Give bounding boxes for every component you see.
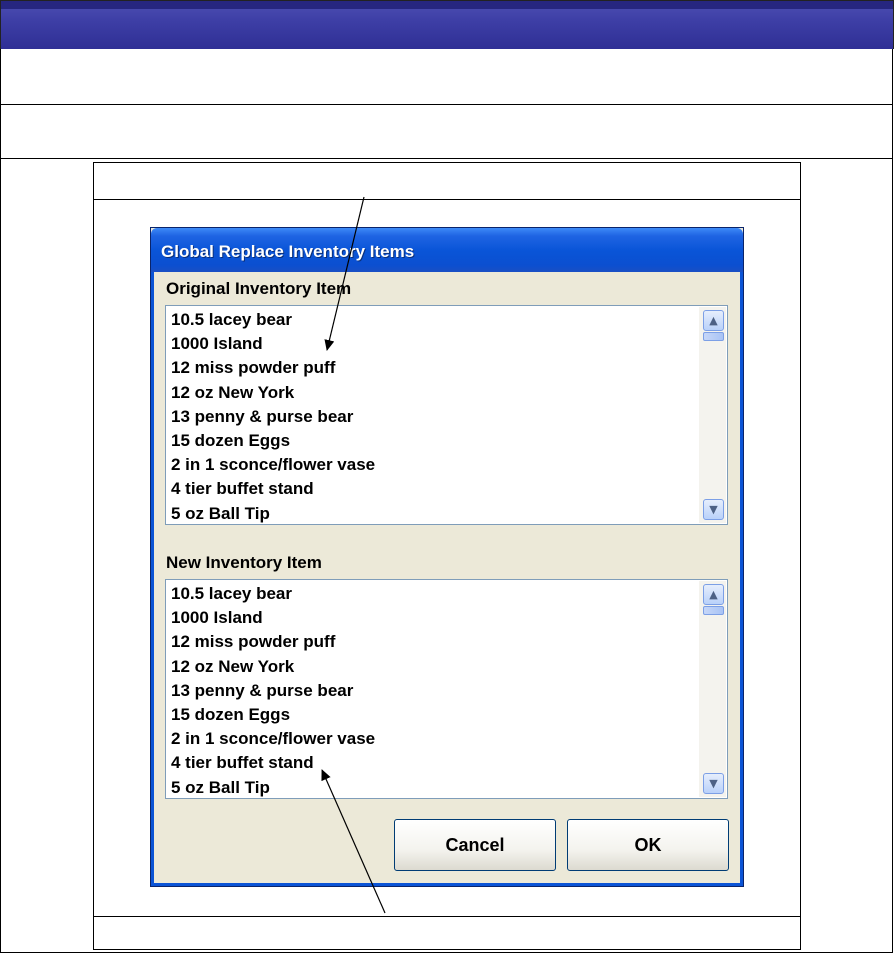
callout-arrows	[321, 196, 386, 914]
callout-arrow-new	[321, 769, 386, 914]
callout-arrow-original	[324, 196, 365, 351]
